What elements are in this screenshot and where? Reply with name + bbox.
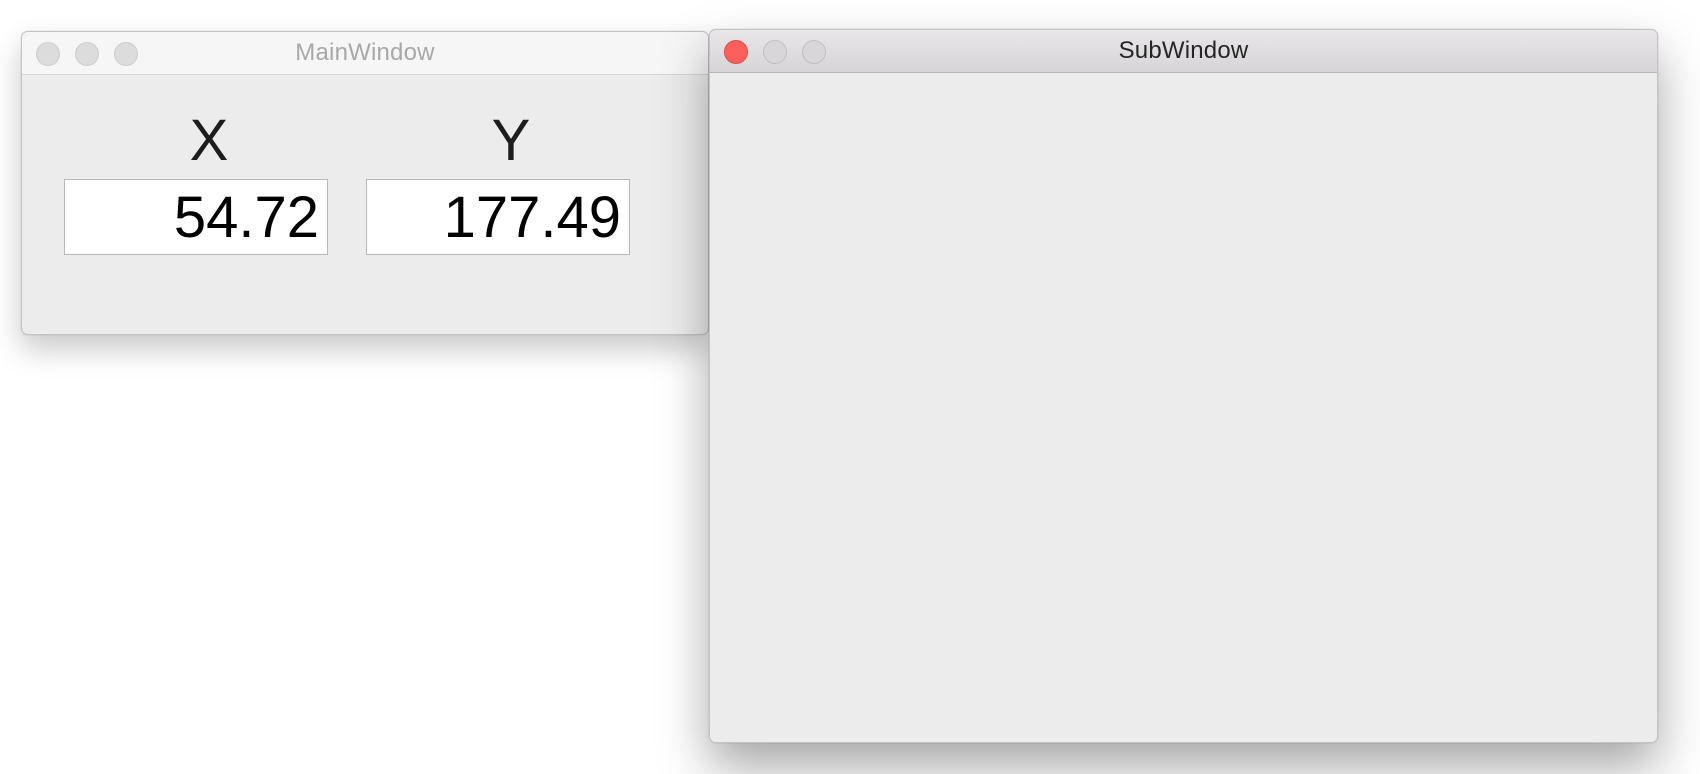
zoom-icon[interactable]	[114, 42, 138, 66]
main-window-title: MainWindow	[295, 39, 435, 66]
main-window-traffic-lights	[36, 42, 138, 66]
sub-window-traffic-lights	[724, 40, 826, 64]
close-icon[interactable]	[36, 42, 60, 66]
main-window: MainWindow X Y	[21, 31, 709, 335]
zoom-icon[interactable]	[802, 40, 826, 64]
minimize-icon[interactable]	[75, 42, 99, 66]
sub-window-content	[710, 73, 1657, 742]
y-label: Y	[491, 108, 531, 173]
sub-window: SubWindow	[709, 29, 1658, 743]
minimize-icon[interactable]	[763, 40, 787, 64]
main-window-titlebar[interactable]: MainWindow	[22, 32, 708, 75]
sub-window-title: SubWindow	[1118, 37, 1249, 64]
sub-window-titlebar[interactable]: SubWindow	[710, 30, 1657, 73]
x-value-field[interactable]	[64, 179, 328, 255]
close-icon[interactable]	[724, 40, 748, 64]
desktop: MainWindow X Y SubWindow	[0, 0, 1700, 774]
y-value-field[interactable]	[366, 179, 630, 255]
x-label: X	[189, 108, 229, 173]
